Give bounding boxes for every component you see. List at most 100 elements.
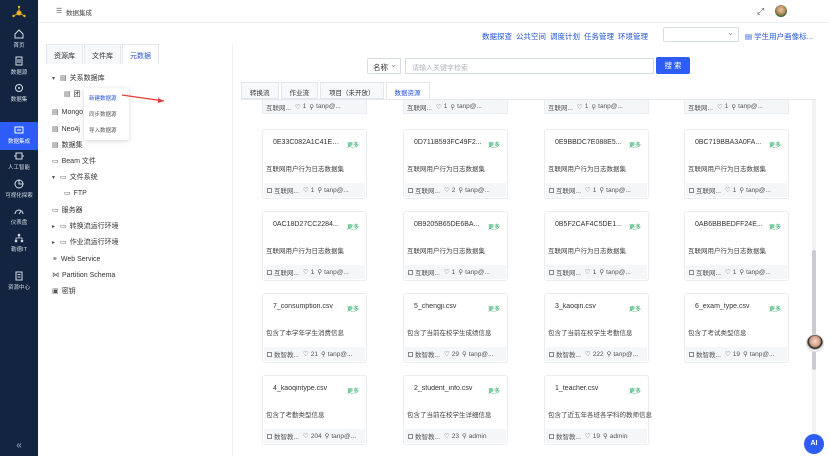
tree-item-server[interactable]: ▭ 服务器 — [52, 203, 83, 217]
like-icon[interactable]: ♡ — [725, 186, 731, 194]
like-icon[interactable]: ♡ — [303, 432, 309, 440]
caret-right-icon[interactable]: ▸ — [52, 239, 60, 246]
like-icon[interactable]: ♡ — [303, 268, 309, 276]
more-link[interactable]: 更多 — [347, 386, 359, 395]
card-title[interactable]: 4_kaoqintype.csv — [273, 385, 341, 392]
workspace-select[interactable] — [663, 27, 739, 42]
sidebar-item-resource[interactable]: 资源中心 — [0, 268, 38, 296]
card-title[interactable]: 7_consumption.csv — [273, 303, 341, 310]
tab-left-0[interactable]: 资源库 — [46, 44, 83, 64]
top-link[interactable]: 环境管理 — [618, 31, 648, 42]
tab-resource-3[interactable]: 数据资源 — [385, 82, 430, 99]
like-icon[interactable]: ♡ — [444, 432, 450, 440]
card-title[interactable]: 5_chengji.csv — [414, 303, 482, 310]
tab-left-2[interactable]: 元数据 — [122, 44, 159, 64]
resource-card[interactable]: 2_student_info.csv 更多 包含了当前在校学生详细信息 数智教... ♡… — [403, 375, 508, 445]
sidebar-item-chart[interactable]: 可视化探索 — [0, 176, 38, 204]
tree-item-filesystem[interactable]: ▾ ▭ 文件系统 — [52, 170, 98, 184]
tab-resource-1[interactable]: 作业流 — [280, 82, 318, 99]
user-avatar[interactable] — [775, 5, 787, 17]
like-icon[interactable]: ♡ — [585, 432, 591, 440]
tab-left-1[interactable]: 文件库 — [84, 44, 121, 64]
card-title[interactable]: 0D711B593FC49F2... — [414, 139, 482, 146]
more-link[interactable]: 更多 — [629, 386, 641, 395]
tree-item-neo4j[interactable]: ▤ Neo4j — [52, 122, 80, 136]
resource-card[interactable]: 0BC719BBA3A0FA... 更多 互联网用户行为日志数据集 互联网... ♡ 1 ⚲… — [684, 129, 789, 199]
more-link[interactable]: 更多 — [488, 222, 500, 231]
more-link[interactable]: 更多 — [347, 222, 359, 231]
caret-down-icon[interactable]: ▾ — [52, 75, 60, 82]
card-title[interactable]: 0B9205B65DE6BA... — [414, 221, 482, 228]
like-icon[interactable]: ♡ — [577, 103, 583, 111]
collapse-sidebar-icon[interactable]: « — [0, 436, 38, 456]
search-type-select[interactable]: 名称 — [367, 58, 401, 74]
sidebar-item-integration[interactable]: 数据集成 — [0, 122, 38, 150]
more-link[interactable]: 更多 — [488, 304, 500, 313]
resource-card[interactable]: 5_chengji.csv 更多 包含了当前在校学生成绩信息 数智教... ♡ 29 ⚲ ta… — [403, 293, 508, 363]
tab-resource-0[interactable]: 转换流 — [241, 82, 279, 99]
student-profile-link[interactable]: ▤ 学生用户画像标... — [745, 31, 813, 42]
like-icon[interactable]: ♡ — [295, 103, 301, 111]
card-title[interactable]: 0E33C082A1C41EF... — [273, 139, 341, 146]
sidebar-item-home[interactable]: 首页 — [0, 26, 38, 54]
top-link[interactable]: 调度计划 — [550, 31, 580, 42]
card-title[interactable]: 2_student_info.csv — [414, 385, 482, 392]
caret-right-icon[interactable]: ▸ — [52, 223, 60, 230]
like-icon[interactable]: ♡ — [444, 186, 450, 194]
like-icon[interactable]: ♡ — [725, 350, 731, 358]
resource-card[interactable]: 7_consumption.csv 更多 包含了本学年学生消费信息 数智教... ♡ 21… — [262, 293, 367, 363]
sidebar-item-database[interactable]: 数据源 — [0, 53, 38, 81]
sidebar-item-ai[interactable]: 人工智能 — [0, 148, 38, 176]
card-title[interactable]: 1_teacher.csv — [555, 385, 623, 392]
fullscreen-icon[interactable]: ⤢ — [757, 6, 764, 17]
sidebar-item-org[interactable]: 勒德IT — [0, 230, 38, 258]
menu-item-new-datasource[interactable]: 新建数据源 — [89, 94, 117, 102]
scrollbar[interactable] — [812, 100, 816, 446]
menu-item-import-datasource[interactable]: 导入数据源 — [89, 126, 117, 134]
card-title[interactable]: 0B5F2CAF4C5DE1... — [555, 221, 623, 228]
tree-item-mongo[interactable]: ▤ Mongo — [52, 105, 83, 119]
ai-button[interactable]: AI — [804, 434, 824, 454]
assistant-avatar[interactable] — [806, 334, 824, 352]
like-icon[interactable]: ♡ — [585, 350, 591, 358]
resource-card[interactable]: 0AB6BBBEDFF24E... 更多 互联网用户行为日志数据集 互联网... ♡ 1 ⚲… — [684, 211, 789, 281]
tree-item-dataset[interactable]: ▤ 数据集 — [52, 138, 83, 152]
more-link[interactable]: 更多 — [769, 304, 781, 313]
menu-icon[interactable]: ☰ — [56, 7, 62, 15]
tree-item-partition-schema[interactable]: ⋈ Partition Schema — [52, 268, 115, 282]
resource-card[interactable]: 0D711B593FC49F2... 更多 互联网用户行为日志数据集 互联网... ♡ 2… — [403, 129, 508, 199]
more-link[interactable]: 更多 — [629, 304, 641, 313]
resource-card[interactable]: 0B5F2CAF4C5DE1... 更多 互联网用户行为日志数据集 互联网... ♡ 1 ⚲… — [544, 211, 649, 281]
more-link[interactable]: 更多 — [488, 140, 500, 149]
card-title[interactable]: 0AC18D27CC2284... — [273, 221, 341, 228]
like-icon[interactable]: ♡ — [444, 268, 450, 276]
card-title[interactable]: 0AB6BBBEDFF24E... — [695, 221, 763, 228]
tree-item-job-env[interactable]: ▸ ▭ 作业流运行环境 — [52, 235, 119, 249]
more-link[interactable]: 更多 — [488, 386, 500, 395]
tree-item-beam[interactable]: ▭ Beam 文件 — [52, 154, 96, 168]
caret-down-icon[interactable]: ▾ — [52, 174, 60, 181]
more-link[interactable]: 更多 — [629, 222, 641, 231]
top-link[interactable]: 数据探查 — [482, 31, 512, 42]
resource-card[interactable]: 3_kaoqin.csv 更多 包含了当前在校学生考勤信息 数智教... ♡ 222 ⚲ ta… — [544, 293, 649, 363]
more-link[interactable]: 更多 — [769, 140, 781, 149]
sidebar-item-dashboard[interactable]: 仪表盘 — [0, 203, 38, 231]
resource-card[interactable]: 6_exam_type.csv 更多 包含了考试类型信息 数智教... ♡ 19 ⚲ tanp… — [684, 293, 789, 363]
more-link[interactable]: 更多 — [347, 304, 359, 313]
tree-item-key[interactable]: ▣ 密钥 — [52, 284, 76, 298]
tree-item-convert-env[interactable]: ▸ ▭ 转换流运行环境 — [52, 219, 119, 233]
more-link[interactable]: 更多 — [769, 222, 781, 231]
card-title[interactable]: 0E9BBDC7E088E5... — [555, 139, 623, 146]
more-link[interactable]: 更多 — [629, 140, 641, 149]
like-icon[interactable]: ♡ — [585, 268, 591, 276]
like-icon[interactable]: ♡ — [436, 103, 442, 111]
resource-card[interactable]: 0E33C082A1C41EF... 更多 互联网用户行为日志数据集 互联网... ♡ 1… — [262, 129, 367, 199]
like-icon[interactable]: ♡ — [303, 350, 309, 358]
like-icon[interactable]: ♡ — [725, 268, 731, 276]
search-button[interactable]: 搜 索 — [656, 57, 690, 74]
like-icon[interactable]: ♡ — [303, 186, 309, 194]
like-icon[interactable]: ♡ — [717, 103, 723, 111]
resource-card[interactable]: 4_kaoqintype.csv 更多 包含了考勤类型信息 数智教... ♡ 204 ⚲ ta… — [262, 375, 367, 445]
resource-card[interactable]: 0AC18D27CC2284... 更多 互联网用户行为日志数据集 互联网... ♡ 1 ⚲… — [262, 211, 367, 281]
card-title[interactable]: 6_exam_type.csv — [695, 303, 763, 310]
